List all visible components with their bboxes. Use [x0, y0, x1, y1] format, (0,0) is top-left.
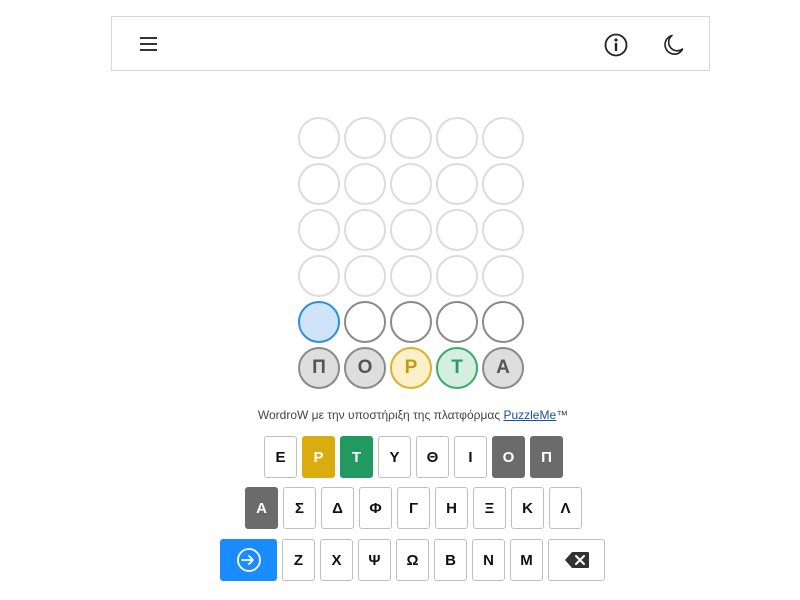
keyboard-row-3: ΖΧΨΩΒΝΜ	[220, 539, 605, 581]
backspace-icon	[564, 552, 589, 568]
board-cell	[298, 163, 340, 205]
backspace-key[interactable]	[548, 539, 605, 581]
board-row	[298, 163, 526, 209]
board-cell	[436, 163, 478, 205]
key[interactable]: Σ	[283, 487, 316, 529]
key[interactable]: Μ	[510, 539, 543, 581]
board-cell[interactable]	[390, 301, 432, 343]
credit-text: WordroW με την υποστήριξη της πλατφόρμας	[257, 408, 504, 422]
board-cell	[482, 163, 524, 205]
board-row	[298, 255, 526, 301]
key[interactable]: Ρ	[302, 436, 335, 478]
board-cell: Π	[298, 347, 340, 389]
key[interactable]: Β	[434, 539, 467, 581]
board-cell	[390, 209, 432, 251]
board-row: ΠΟΡΤΑ	[298, 347, 526, 393]
key[interactable]: Ω	[396, 539, 429, 581]
key[interactable]: Δ	[321, 487, 354, 529]
key[interactable]: Η	[435, 487, 468, 529]
board-cell	[482, 117, 524, 159]
key[interactable]: Λ	[549, 487, 582, 529]
credit-suffix: ™	[556, 408, 569, 422]
key[interactable]: Ε	[264, 436, 297, 478]
moon-icon[interactable]	[661, 32, 687, 58]
board-cell	[436, 255, 478, 297]
key[interactable]: Π	[530, 436, 563, 478]
board-cell[interactable]	[436, 301, 478, 343]
board-row	[298, 209, 526, 255]
key[interactable]: Φ	[359, 487, 392, 529]
key[interactable]: Υ	[378, 436, 411, 478]
game-board: ΠΟΡΤΑ	[298, 117, 526, 393]
board-cell	[390, 163, 432, 205]
puzzleme-link[interactable]: PuzzleMe	[503, 408, 556, 422]
board-cell	[298, 209, 340, 251]
enter-icon	[236, 548, 261, 572]
board-cell	[344, 209, 386, 251]
game-page: ΠΟΡΤΑ WordroW με την υποστήριξη της πλατ…	[0, 0, 800, 600]
board-cell: Ρ	[390, 347, 432, 389]
key[interactable]: Θ	[416, 436, 449, 478]
board-cell	[436, 209, 478, 251]
keyboard-row-1: ΕΡΤΥΘΙΟΠ	[264, 436, 563, 478]
board-cell[interactable]	[344, 301, 386, 343]
key[interactable]: Γ	[397, 487, 430, 529]
board-row	[298, 117, 526, 163]
hamburger-icon[interactable]	[140, 36, 157, 52]
board-cell	[390, 117, 432, 159]
key[interactable]: Τ	[340, 436, 373, 478]
key[interactable]: Ξ	[473, 487, 506, 529]
board-cell	[298, 255, 340, 297]
board-cell: Α	[482, 347, 524, 389]
key[interactable]: Ι	[454, 436, 487, 478]
board-cell	[482, 255, 524, 297]
board-cell[interactable]	[482, 301, 524, 343]
keyboard-row-2: ΑΣΔΦΓΗΞΚΛ	[245, 487, 582, 529]
board-cell: Τ	[436, 347, 478, 389]
key[interactable]: Χ	[320, 539, 353, 581]
board-cell	[390, 255, 432, 297]
credit-line: WordroW με την υποστήριξη της πλατφόρμας…	[0, 408, 800, 422]
key[interactable]: Ο	[492, 436, 525, 478]
board-row	[298, 301, 526, 347]
key[interactable]: Κ	[511, 487, 544, 529]
board-cell	[344, 163, 386, 205]
key[interactable]: Ψ	[358, 539, 391, 581]
info-icon[interactable]	[603, 32, 629, 58]
board-cell	[298, 117, 340, 159]
board-cell	[344, 255, 386, 297]
board-cell[interactable]	[298, 301, 340, 343]
key[interactable]: Α	[245, 487, 278, 529]
enter-key[interactable]	[220, 539, 277, 581]
key[interactable]: Ν	[472, 539, 505, 581]
header-bar	[111, 16, 710, 71]
board-cell	[482, 209, 524, 251]
board-cell: Ο	[344, 347, 386, 389]
board-cell	[436, 117, 478, 159]
key[interactable]: Ζ	[282, 539, 315, 581]
board-cell	[344, 117, 386, 159]
